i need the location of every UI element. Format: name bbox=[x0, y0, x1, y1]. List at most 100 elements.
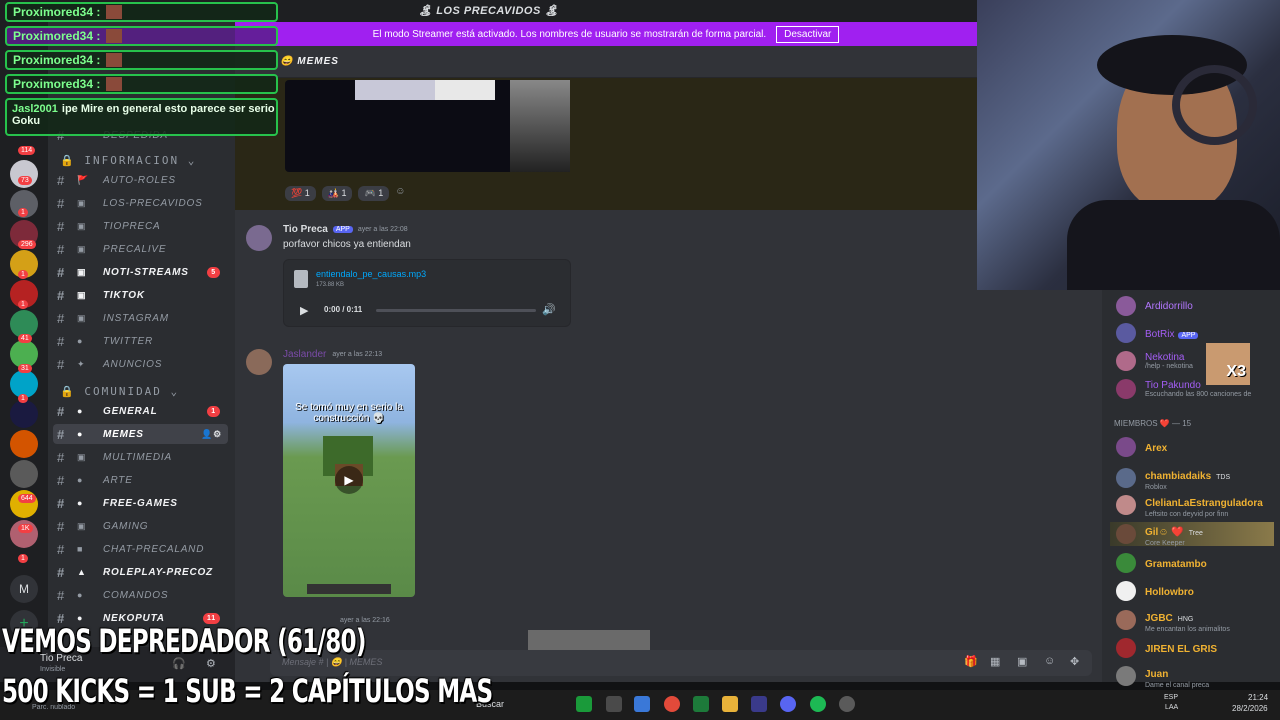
channel-settings-icon[interactable]: 👤⚙ bbox=[201, 429, 222, 440]
channel-item[interactable]: # ● FREE-GAMES bbox=[53, 493, 228, 513]
member-item[interactable]: JIREN EL GRIS bbox=[1116, 636, 1217, 660]
sticker-icon[interactable]: ▣ bbox=[1017, 655, 1027, 668]
channel-item[interactable]: # ▣ MULTIMEDIA bbox=[53, 447, 228, 467]
server-icon-m[interactable]: M bbox=[10, 575, 38, 603]
channel-item[interactable]: # ● GENERAL 1 bbox=[53, 401, 228, 421]
channel-emoji: ● bbox=[77, 336, 84, 346]
hash-icon: # bbox=[56, 587, 66, 603]
channel-item[interactable]: # ● TWITTER bbox=[53, 331, 228, 351]
reaction-pill[interactable]: 🎮 1 bbox=[358, 186, 390, 201]
message-text: porfavor chicos ya entiendan bbox=[283, 239, 411, 250]
channel-item[interactable]: # ● MEMES 👤⚙ bbox=[53, 424, 228, 444]
volume-icon[interactable]: 🔊 bbox=[542, 303, 556, 316]
server-badge: 41 bbox=[18, 334, 32, 343]
member-tag: APP bbox=[1178, 332, 1199, 339]
channel-label: GAMING bbox=[103, 520, 149, 532]
member-item[interactable]: Juan Dame el canal preca bbox=[1116, 664, 1210, 689]
member-name: Gramatambo bbox=[1145, 559, 1207, 570]
embed-image[interactable] bbox=[285, 80, 570, 172]
channel-item[interactable]: # ● COMANDOS bbox=[53, 585, 228, 605]
member-item[interactable]: Hollowbro bbox=[1116, 579, 1194, 603]
member-item[interactable]: Arex bbox=[1116, 435, 1167, 459]
member-status: Dame el canal preca bbox=[1145, 681, 1210, 689]
server-icon[interactable] bbox=[10, 400, 38, 428]
member-item[interactable]: Gramatambo bbox=[1116, 551, 1207, 575]
channel-item[interactable]: # ▣ NOTI-STREAMS 5 bbox=[53, 262, 228, 282]
member-status: Leftsito con deyvid por finn bbox=[1145, 510, 1229, 518]
channel-item[interactable]: # ▣ GAMING bbox=[53, 516, 228, 536]
video-play-icon[interactable]: ▶ bbox=[335, 466, 363, 494]
hash-icon: # bbox=[56, 264, 66, 280]
channel-item[interactable]: # ▣ TIKTOK bbox=[53, 285, 228, 305]
excel-icon[interactable] bbox=[693, 696, 709, 712]
channel-label: AUTO-ROLES bbox=[103, 174, 176, 186]
folder-icon[interactable] bbox=[722, 696, 738, 712]
app-icon[interactable] bbox=[634, 696, 650, 712]
channel-label: ROLEPLAY-PRECOZ bbox=[103, 566, 213, 578]
spotify-icon[interactable] bbox=[810, 696, 826, 712]
member-name: Arex bbox=[1145, 443, 1168, 454]
member-item[interactable]: Gil☺ ❤️ Tree Core Keeper bbox=[1110, 522, 1274, 547]
clock-time[interactable]: 21:24 bbox=[1248, 693, 1268, 702]
member-items: Ardidorrillo BotRix APP Nekotina/help - nek… bbox=[1102, 290, 1280, 689]
audio-progress[interactable] bbox=[376, 309, 536, 312]
add-reaction-icon[interactable]: ☺ bbox=[395, 186, 405, 201]
channel-emoji: ▲ bbox=[77, 567, 87, 577]
reaction-pill[interactable]: 💯 1 bbox=[285, 186, 316, 201]
message-header: Jaslander ayer a las 22:13 bbox=[283, 349, 382, 360]
avatar bbox=[1116, 638, 1136, 658]
video-attachment[interactable]: Se tomó muy en serio la construcción 💀 ▶ bbox=[283, 364, 415, 597]
app-icon[interactable] bbox=[576, 696, 592, 712]
member-tag: TDS bbox=[1216, 473, 1231, 481]
member-item[interactable]: JGBC HNG Me encantan los animalitos bbox=[1116, 608, 1230, 633]
play-icon[interactable]: ▶ bbox=[300, 304, 308, 317]
member-status: Me encantan los animalitos bbox=[1145, 625, 1230, 633]
store-icon[interactable] bbox=[751, 696, 767, 712]
author-name[interactable]: Tio Preca bbox=[283, 224, 328, 235]
server-icon[interactable] bbox=[10, 460, 38, 488]
channel-emoji: 🚩 bbox=[77, 174, 90, 185]
member-name: JGBC bbox=[1145, 612, 1173, 624]
member-item[interactable]: ClelianLaEstranguladora Leftsito con deyv… bbox=[1116, 493, 1263, 518]
gift-icon[interactable]: 🎁 bbox=[964, 655, 978, 668]
embed-image[interactable] bbox=[528, 630, 650, 650]
reaction-pill[interactable]: 🎎 1 bbox=[321, 186, 353, 201]
channel-item[interactable]: # ✦ ANUNCIOS bbox=[53, 354, 228, 374]
channel-item[interactable]: # ▣ INSTAGRAM bbox=[53, 308, 228, 328]
channel-emoji: ● bbox=[77, 406, 84, 416]
channel-item[interactable]: # ■ CHAT-PRECALAND bbox=[53, 539, 228, 559]
channel-emoji: ● bbox=[77, 475, 84, 485]
author-name[interactable]: Jaslander bbox=[283, 349, 326, 360]
channel-label: LOS-PRECAVIDOS bbox=[103, 197, 203, 209]
deactivate-button[interactable]: Desactivar bbox=[776, 25, 840, 43]
gif-icon[interactable]: ▦ bbox=[990, 655, 1000, 668]
channel-item[interactable]: # 🚩 AUTO-ROLES bbox=[53, 170, 228, 190]
channel-header: 😄 MEMES bbox=[235, 46, 977, 78]
hash-icon: 😄 bbox=[280, 56, 298, 67]
avatar[interactable] bbox=[246, 349, 272, 375]
avatar[interactable] bbox=[246, 225, 272, 251]
member-item[interactable]: BotRix APP bbox=[1116, 321, 1199, 345]
hash-icon: # bbox=[56, 172, 66, 188]
file-name[interactable]: entiendalo_pe_causas.mp3 bbox=[316, 269, 426, 279]
channel-item[interactable]: # ● ARTE bbox=[53, 470, 228, 490]
channel-item[interactable]: # ▣ LOS-PRECAVIDOS bbox=[53, 193, 228, 213]
channel-item[interactable]: # ▣ PRECALIVE bbox=[53, 239, 228, 259]
server-badge: 1 bbox=[18, 270, 28, 279]
caption-line1: VEMOS DEPREDADOR (61/80) bbox=[2, 622, 366, 660]
channel-item[interactable]: # ▲ ROLEPLAY-PRECOZ bbox=[53, 562, 228, 582]
chrome-icon[interactable] bbox=[664, 696, 680, 712]
discord-icon[interactable] bbox=[780, 696, 796, 712]
app-icon[interactable] bbox=[839, 696, 855, 712]
member-item[interactable]: Ardidorrillo bbox=[1116, 294, 1193, 318]
channel-item[interactable]: # ▣ TIOPRECA bbox=[53, 216, 228, 236]
emoji-icon[interactable]: ☺ bbox=[1044, 655, 1055, 667]
webcam-overlay bbox=[977, 0, 1280, 290]
member-item[interactable]: Nekotina/help - nekotina bbox=[1116, 349, 1193, 373]
apps-icon[interactable]: ✥ bbox=[1070, 655, 1079, 668]
app-icon[interactable] bbox=[606, 696, 622, 712]
taskbar-lang[interactable]: ESP bbox=[1164, 694, 1178, 701]
member-item[interactable]: chambiadaiks TDS Roblox bbox=[1116, 466, 1231, 491]
server-icon[interactable] bbox=[10, 430, 38, 458]
overlay-chat-line: Proximored34 : bbox=[5, 50, 278, 70]
